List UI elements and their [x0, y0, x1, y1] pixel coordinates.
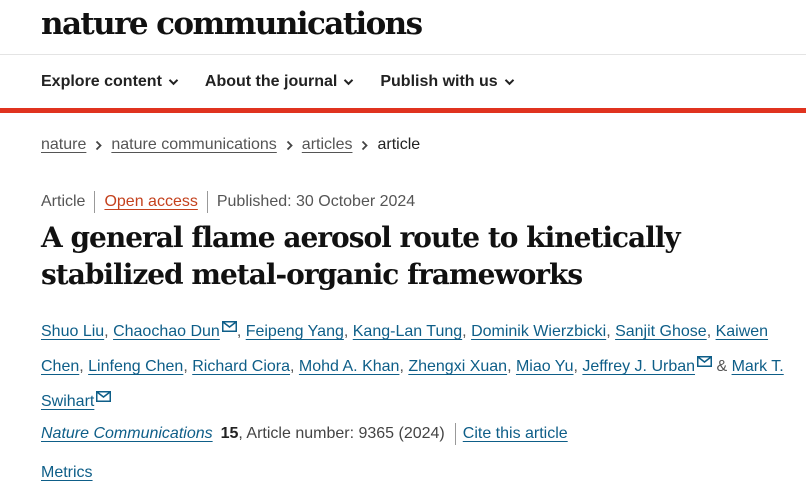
- chevron-right-icon: [95, 140, 103, 151]
- nav-about-journal[interactable]: About the journal: [205, 72, 354, 92]
- main-nav: Explore content About the journal Publis…: [41, 72, 541, 92]
- open-access-link[interactable]: Open access: [104, 192, 197, 212]
- author-link[interactable]: Dominik Wierzbicki: [471, 323, 606, 340]
- breadcrumb-articles[interactable]: articles: [302, 135, 353, 155]
- header-accent-bar: [0, 108, 806, 113]
- breadcrumb-current: article: [377, 136, 421, 153]
- article-type: Article: [41, 193, 86, 210]
- author-link[interactable]: Miao Yu: [516, 358, 574, 375]
- site-header: nature communications Explore content Ab…: [0, 0, 806, 113]
- nav-publish-with-us[interactable]: Publish with us: [380, 72, 514, 92]
- meta-divider: [206, 191, 208, 213]
- email-icon[interactable]: [221, 312, 237, 343]
- author-link[interactable]: Mohd A. Khan: [299, 358, 400, 375]
- nav-explore-content[interactable]: Explore content: [41, 72, 179, 92]
- author-link[interactable]: Shuo Liu: [41, 323, 104, 340]
- nav-explore-content-label: Explore content: [41, 73, 162, 90]
- email-icon[interactable]: [96, 382, 112, 413]
- author-list: Shuo Liu, Chaochao Dun, Feipeng Yang, Ka…: [41, 312, 786, 417]
- meta-divider: [94, 191, 96, 213]
- nav-about-journal-label: About the journal: [204, 73, 338, 90]
- journal-link[interactable]: Nature Communications: [41, 424, 213, 444]
- article-number: , Article number: 9365 (2024): [238, 425, 445, 442]
- author-link[interactable]: Kang-Lan Tung: [353, 323, 462, 340]
- author-link[interactable]: Jeffrey J. Urban: [582, 358, 695, 375]
- cite-this-article-link[interactable]: Cite this article: [463, 424, 568, 444]
- chevron-down-icon: [343, 78, 354, 86]
- citation-line: Nature Communications 15 , Article numbe…: [41, 423, 568, 445]
- chevron-down-icon: [168, 78, 179, 86]
- header-divider: [0, 54, 806, 55]
- author-link[interactable]: Richard Ciora: [192, 358, 290, 375]
- author-link[interactable]: Linfeng Chen: [88, 358, 183, 375]
- chevron-right-icon: [286, 140, 293, 151]
- article-meta: Article Open access Published: 30 Octobe…: [41, 191, 415, 213]
- author-link[interactable]: Zhengxi Xuan: [408, 358, 507, 375]
- author-link[interactable]: Sanjit Ghose: [615, 323, 707, 340]
- volume-number: 15: [220, 425, 239, 442]
- metrics-link[interactable]: Metrics: [41, 463, 93, 483]
- breadcrumb-nature-communications[interactable]: nature communications: [111, 135, 276, 155]
- author-link[interactable]: Chaochao Dun: [113, 323, 220, 340]
- citation-divider: [454, 423, 456, 445]
- breadcrumb: nature nature communications articles ar…: [41, 135, 420, 155]
- author-link[interactable]: Feipeng Yang: [246, 323, 344, 340]
- chevron-right-icon: [361, 140, 369, 151]
- nav-publish-with-us-label: Publish with us: [380, 73, 498, 90]
- breadcrumb-nature[interactable]: nature: [41, 135, 86, 155]
- published-date: Published: 30 October 2024: [216, 193, 416, 210]
- journal-logo[interactable]: nature communications: [41, 2, 423, 46]
- email-icon[interactable]: [697, 347, 713, 378]
- article-title: A general flame aerosol route to kinetic…: [41, 221, 681, 291]
- chevron-down-icon: [504, 78, 515, 86]
